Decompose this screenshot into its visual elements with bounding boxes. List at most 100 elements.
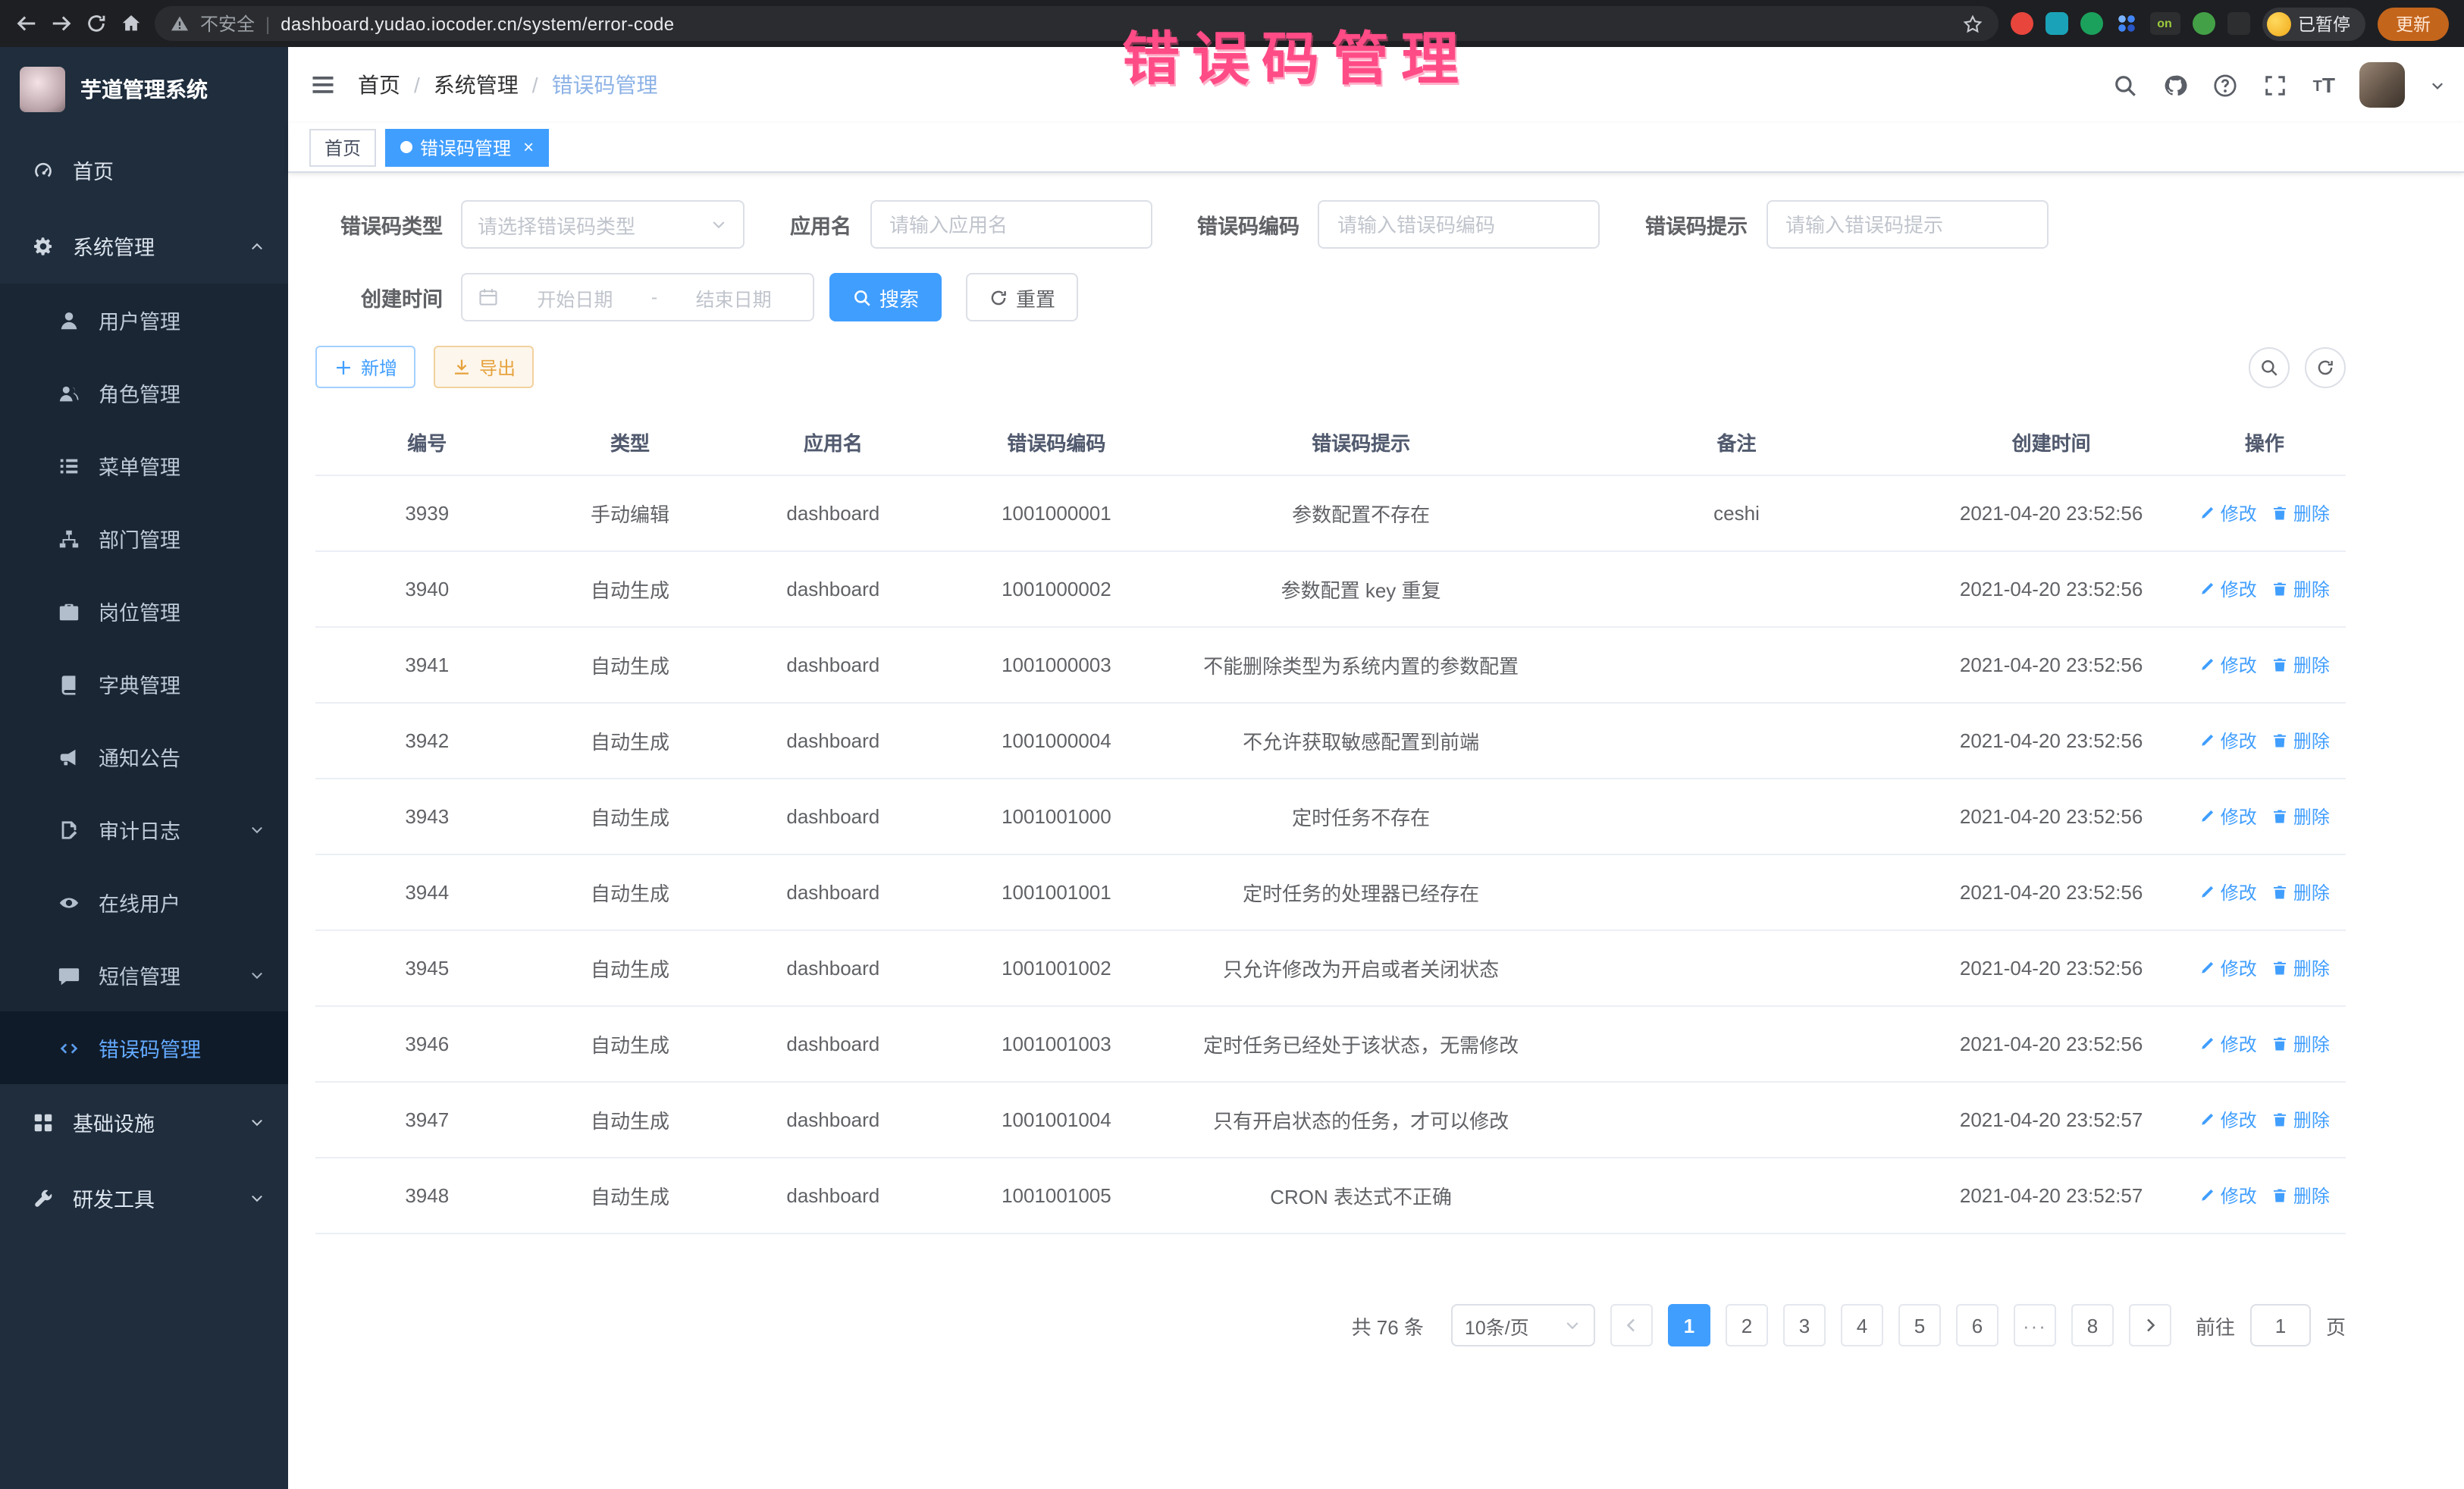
edit-button[interactable]: 修改	[2199, 1107, 2257, 1133]
export-button[interactable]: 导出	[434, 346, 534, 388]
edit-button[interactable]: 修改	[2199, 652, 2257, 678]
bookmark-star-icon[interactable]	[1961, 13, 1983, 34]
sidebar-item-在线用户[interactable]: 在线用户	[0, 866, 288, 939]
breadcrumb-item[interactable]: 首页	[358, 70, 400, 100]
sidebar-item-审计日志[interactable]: 审计日志	[0, 793, 288, 866]
extension-badge[interactable]: on	[2149, 12, 2180, 35]
cell-actions: 修改删除	[2183, 1082, 2346, 1158]
edit-icon	[2199, 1036, 2216, 1052]
page-size-select[interactable]: 10条/页	[1451, 1304, 1595, 1346]
delete-button[interactable]: 删除	[2272, 1031, 2330, 1057]
edit-button[interactable]: 修改	[2199, 728, 2257, 754]
browser-update-button[interactable]: 更新	[2378, 7, 2449, 40]
delete-button[interactable]: 删除	[2272, 1183, 2330, 1208]
browser-forward-icon[interactable]	[50, 12, 73, 35]
error-type-select[interactable]: 请选择错误码类型	[461, 200, 745, 249]
refresh-table-button[interactable]	[2305, 346, 2346, 387]
page-button[interactable]: 4	[1841, 1304, 1883, 1346]
help-icon[interactable]	[2213, 72, 2239, 98]
cell-app: dashboard	[722, 930, 945, 1006]
sidebar-item-错误码管理[interactable]: 错误码管理	[0, 1011, 288, 1084]
cell-created: 2021-04-20 23:52:56	[1920, 551, 2183, 627]
sidebar-item-字典管理[interactable]: 字典管理	[0, 647, 288, 720]
delete-button[interactable]: 删除	[2272, 728, 2330, 754]
fullscreen-icon[interactable]	[2263, 72, 2289, 98]
cell-code: 1001001002	[945, 930, 1168, 1006]
sidebar-item-研发工具[interactable]: 研发工具	[0, 1160, 288, 1236]
edit-button[interactable]: 修改	[2199, 1183, 2257, 1208]
page-button[interactable]: 3	[1783, 1304, 1826, 1346]
page-button[interactable]: 1	[1668, 1304, 1710, 1346]
cell-memo	[1554, 1158, 1920, 1234]
chevron-down-icon[interactable]	[2429, 77, 2446, 93]
page-button[interactable]: 6	[1956, 1304, 1998, 1346]
logo[interactable]: 芋道管理系统	[0, 47, 288, 132]
delete-button[interactable]: 删除	[2272, 652, 2330, 678]
delete-button[interactable]: 删除	[2272, 879, 2330, 905]
edit-button[interactable]: 修改	[2199, 879, 2257, 905]
search-button[interactable]: 搜索	[829, 273, 942, 321]
sidebar-item-岗位管理[interactable]: 岗位管理	[0, 575, 288, 647]
date-range-picker[interactable]: 开始日期 - 结束日期	[461, 273, 814, 321]
edit-button[interactable]: 修改	[2199, 804, 2257, 829]
edit-button[interactable]: 修改	[2199, 955, 2257, 981]
tag-label: 首页	[324, 134, 361, 160]
sidebar-item-系统管理[interactable]: 系统管理	[0, 208, 288, 284]
sidebar-item-角色管理[interactable]: 角色管理	[0, 356, 288, 429]
error-code-input[interactable]	[1318, 200, 1600, 249]
sidebar-item-用户管理[interactable]: 用户管理	[0, 284, 288, 356]
close-icon[interactable]: ×	[523, 138, 534, 156]
page-button[interactable]: 2	[1726, 1304, 1768, 1346]
app-name-input[interactable]	[870, 200, 1152, 249]
avatar[interactable]	[2359, 62, 2405, 108]
delete-button[interactable]: 删除	[2272, 500, 2330, 526]
tag-错误码管理[interactable]: 错误码管理×	[385, 128, 549, 166]
extension-icon[interactable]	[2045, 12, 2067, 35]
breadcrumb-item[interactable]: 系统管理	[434, 70, 519, 100]
browser-back-icon[interactable]	[15, 12, 38, 35]
browser-refresh-icon[interactable]	[85, 12, 108, 35]
edit-button[interactable]: 修改	[2199, 576, 2257, 602]
sidebar-item-短信管理[interactable]: 短信管理	[0, 939, 288, 1011]
pager-more-button[interactable]: ···	[2014, 1304, 2056, 1346]
delete-button[interactable]: 删除	[2272, 955, 2330, 981]
sidebar-item-部门管理[interactable]: 部门管理	[0, 502, 288, 575]
sidebar-item-首页[interactable]: 首页	[0, 132, 288, 208]
sidebar-item-基础设施[interactable]: 基础设施	[0, 1084, 288, 1160]
extension-icon[interactable]	[2010, 12, 2033, 35]
extension-icon[interactable]	[2114, 12, 2137, 35]
goto-page-input[interactable]	[2250, 1304, 2311, 1346]
extension-icon[interactable]	[2192, 12, 2215, 35]
sidebar-item-label: 错误码管理	[99, 1033, 201, 1063]
cell-created: 2021-04-20 23:52:56	[1920, 475, 2183, 551]
page-button[interactable]: 5	[1898, 1304, 1941, 1346]
extensions-pin-icon[interactable]	[2227, 12, 2249, 35]
search-icon[interactable]	[2113, 72, 2139, 98]
profile-paused-badge[interactable]: 已暂停	[2262, 7, 2365, 40]
browser-home-icon[interactable]	[120, 12, 143, 35]
delete-button[interactable]: 删除	[2272, 804, 2330, 829]
reset-button[interactable]: 重置	[966, 273, 1078, 321]
extension-icon[interactable]	[2080, 12, 2102, 35]
prev-page-button[interactable]	[1610, 1304, 1653, 1346]
sidebar-item-菜单管理[interactable]: 菜单管理	[0, 429, 288, 502]
error-message-input[interactable]	[1766, 200, 2048, 249]
download-icon	[452, 357, 472, 377]
page-button[interactable]: 8	[2071, 1304, 2114, 1346]
add-button[interactable]: 新增	[315, 346, 415, 388]
font-size-icon[interactable]: TT	[2313, 74, 2335, 96]
edit-button[interactable]: 修改	[2199, 500, 2257, 526]
next-page-button[interactable]	[2129, 1304, 2171, 1346]
cell-code: 1001000003	[945, 627, 1168, 703]
tag-首页[interactable]: 首页	[309, 128, 376, 166]
address-bar[interactable]: 不安全 | dashboard.yudao.iocoder.cn/system/…	[155, 6, 1998, 41]
sidebar-item-通知公告[interactable]: 通知公告	[0, 720, 288, 793]
column-header: 操作	[2183, 409, 2346, 475]
search-toggle-button[interactable]	[2249, 346, 2290, 387]
edit-button[interactable]: 修改	[2199, 1031, 2257, 1057]
github-icon[interactable]	[2163, 72, 2189, 98]
delete-button[interactable]: 删除	[2272, 1107, 2330, 1133]
delete-button[interactable]: 删除	[2272, 576, 2330, 602]
hamburger-icon[interactable]	[309, 71, 337, 99]
message-icon	[58, 964, 80, 986]
